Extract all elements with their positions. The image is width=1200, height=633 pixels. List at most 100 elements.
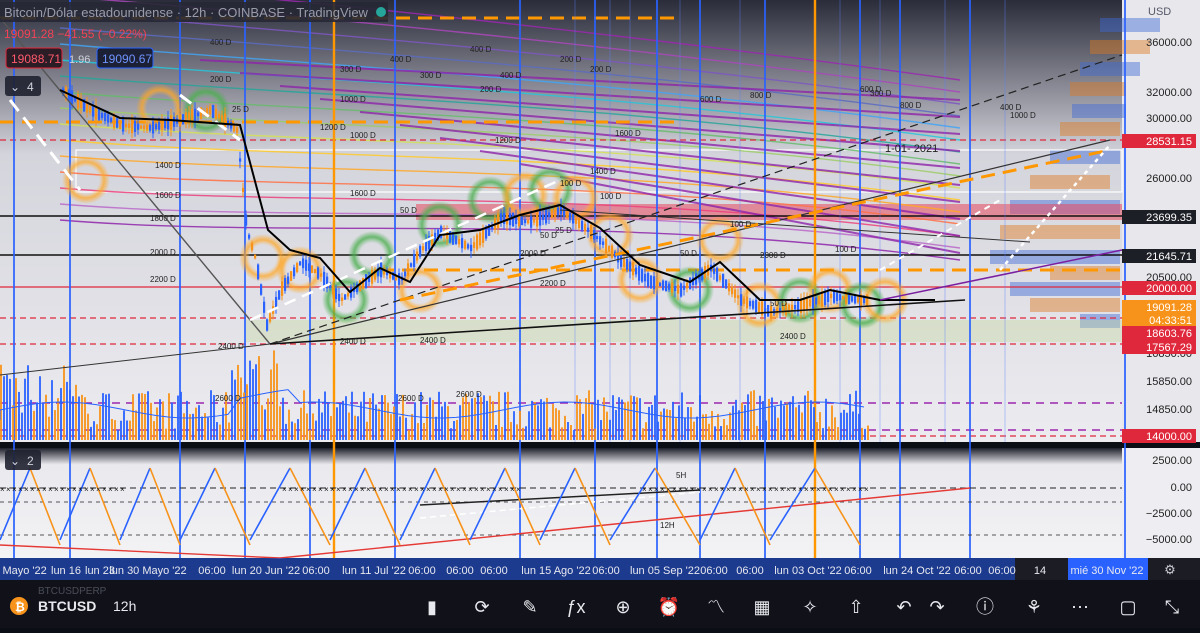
time-label[interactable]: lun 16 (51, 565, 81, 577)
time-label[interactable]: lun 03 Oct '22 (774, 565, 842, 577)
osc-marker: × (306, 485, 311, 494)
volume-bar (717, 413, 719, 440)
candle-body (161, 120, 164, 130)
candle-body (584, 223, 587, 232)
time-label[interactable]: mié 30 Nov '22 (1070, 565, 1143, 577)
add-icon[interactable]: ⊕ (615, 597, 630, 617)
undo-icon[interactable]: ↶ (896, 597, 911, 617)
toolbar-symbol[interactable]: BTCUSD (38, 598, 96, 614)
volume-bar (462, 397, 464, 440)
expand-icon[interactable]: ⤡ (1165, 597, 1179, 617)
candle-body (413, 253, 416, 268)
volume-bar (363, 391, 365, 440)
candle-body (548, 212, 551, 218)
volume-bar (354, 415, 356, 440)
time-label[interactable]: 06:00 (198, 565, 226, 577)
price-tick-label: 30000.00 (1146, 113, 1192, 125)
more-icon[interactable]: ⋯ (1071, 597, 1089, 617)
candle-body (317, 267, 320, 279)
time-label[interactable]: 06:00 (302, 565, 330, 577)
time-label[interactable]: lun 24 Oct '22 (883, 565, 951, 577)
alert-icon[interactable]: ⏰ (658, 596, 680, 617)
cycle-annotation: 300 D (340, 65, 362, 74)
fx-icon[interactable]: ƒx (566, 597, 585, 617)
draw-icon[interactable]: ✎ (522, 597, 537, 617)
volume-bar (279, 406, 281, 440)
indicators-icon[interactable]: 〽 (707, 597, 725, 617)
time-label[interactable]: 06:00 (408, 565, 436, 577)
price-badge-label: 20000.00 (1146, 283, 1192, 295)
cycle-annotation: 1200 D (320, 123, 346, 132)
cycle-annotation: 2400 D (218, 342, 244, 351)
candle-body (812, 295, 815, 309)
time-label[interactable]: 06:00 (592, 565, 620, 577)
price-badge-label: 23699.35 (1146, 212, 1192, 224)
time-label[interactable]: lun 30 Mayo '22 (109, 565, 186, 577)
drawing-templates-icon[interactable]: ⚘ (1026, 597, 1042, 617)
volume-bar (645, 422, 647, 440)
time-label[interactable]: 2 Mayo '22 (0, 565, 47, 577)
candle-body (302, 258, 305, 269)
candle-body (659, 282, 662, 286)
time-label[interactable]: 06:00 (736, 565, 764, 577)
osc-marker: × (486, 485, 491, 494)
replay-icon[interactable]: ⟳ (474, 597, 489, 617)
volume-bar (258, 356, 260, 440)
chart-root[interactable]: × × × × × × × × × × × × × × × × × × × × × × × × × × × × × × × × × × × × × × × ×… (0, 0, 1200, 628)
volume-bar (816, 422, 818, 440)
volume-bar (534, 401, 536, 440)
symbol-title[interactable]: Bitcoin/Dólar estadounidense · 12h · COI… (4, 5, 369, 20)
candle-body (554, 207, 557, 217)
time-label[interactable]: 06:00 (446, 565, 474, 577)
candle-body (677, 284, 680, 294)
candle-body (212, 105, 215, 118)
time-label[interactable]: 06:00 (988, 565, 1016, 577)
candle-body (122, 118, 125, 132)
volume-bar (33, 410, 35, 440)
volume-bar (768, 398, 770, 440)
layout-icon[interactable]: ▦ (753, 597, 770, 617)
osc-marker: × (378, 485, 383, 494)
candle-body (854, 295, 857, 304)
time-label[interactable]: lun 15 Ago '22 (521, 565, 590, 577)
share-icon[interactable]: ⇧ (848, 597, 863, 617)
candle-type-icon[interactable]: ▮ (427, 597, 437, 617)
volume-bar (246, 384, 248, 440)
volume-bar (753, 390, 755, 440)
settings-gear-icon[interactable]: ⚙ (1164, 562, 1176, 577)
candle-body (596, 236, 599, 240)
osc-marker: × (726, 485, 731, 494)
time-axis[interactable]: 2 Mayo '22lun 16lun 23lun 30 Mayo '2206:… (0, 558, 1176, 580)
osc-marker: × (432, 485, 437, 494)
redo-icon[interactable]: ↷ (929, 597, 944, 617)
time-label[interactable]: lun 20 Jun '22 (232, 565, 300, 577)
volume-profile-row (1090, 40, 1150, 54)
time-label[interactable]: 14 (1034, 565, 1046, 577)
candle-body (116, 118, 119, 128)
cycle-annotation: 1000 D (340, 95, 366, 104)
price-change: 19091.28 −41.55 (−0.22%) (4, 27, 147, 41)
cycle-annotation: 200 D (560, 55, 582, 64)
time-label[interactable]: 06:00 (954, 565, 982, 577)
candle-body (647, 272, 650, 287)
volume-bar (198, 405, 200, 440)
time-label[interactable]: lun 11 Jul '22 (342, 565, 406, 577)
time-label[interactable]: 06:00 (844, 565, 872, 577)
chart-canvas[interactable]: × × × × × × × × × × × × × × × × × × × × × × × × × × × × × × × × × × × × × × × ×… (0, 0, 1200, 628)
toolbar-interval[interactable]: 12h (113, 598, 136, 614)
time-label[interactable]: lun 05 Sep '22 (630, 565, 700, 577)
volume-profile-row (1050, 266, 1120, 280)
info-icon[interactable]: ⓘ (976, 597, 994, 617)
volume-bar (756, 425, 758, 440)
osc-marker: × (450, 485, 455, 494)
idea-icon[interactable]: ✧ (802, 597, 817, 617)
time-label[interactable]: 06:00 (480, 565, 508, 577)
volume-bar (321, 412, 323, 440)
fullscreen-icon[interactable]: ▢ (1119, 597, 1136, 617)
volume-bar (504, 392, 506, 440)
time-label[interactable]: 06:00 (700, 565, 728, 577)
candle-body (602, 241, 605, 245)
candle-body (563, 207, 566, 217)
cycle-annotation: 400 D (470, 45, 492, 54)
volume-bar (141, 393, 143, 440)
